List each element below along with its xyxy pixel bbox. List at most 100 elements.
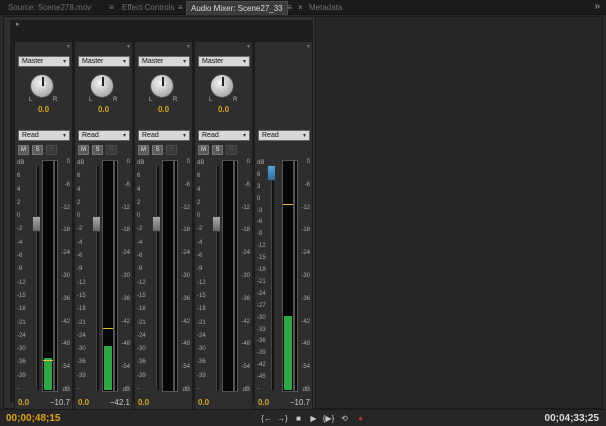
scale-tick-label: -54 [121,364,130,371]
volume-fader-handle[interactable] [212,216,221,233]
scale-tick-label: -6 [17,253,23,260]
tab-source-scene278-mov[interactable]: Source: Scene278.mov [4,2,95,14]
master-fader-handle[interactable] [267,164,276,181]
scale-tick-label: -42 [241,318,250,325]
scale-tick-label: -54 [61,364,70,371]
pan-left-label: L [149,97,153,103]
pan-knob[interactable] [150,74,174,98]
solo-button[interactable]: S [212,145,223,155]
volume-fader-handle[interactable] [32,216,41,233]
play-in-to-out-button[interactable]: {▶} [322,413,335,424]
pan-knob[interactable] [90,74,114,98]
chevron-down-icon: ▾ [242,133,246,139]
master-fader-track[interactable] [271,166,274,390]
pan-value[interactable]: 0.0 [135,105,192,114]
collapse-icon[interactable]: ▾ [247,43,250,50]
current-timecode[interactable]: 00;00;48;15 [6,412,60,425]
loop-button[interactable]: ⟲ [338,413,351,424]
scale-tick-label: 0 [306,159,310,165]
volume-value[interactable]: 0.0 [258,398,269,407]
scale-tick-label: -30 [257,314,266,321]
record-button[interactable]: R [166,145,177,155]
scale-tick-label: dB [62,387,70,393]
scale-tick-label: 6 [17,173,21,180]
scale-tick-label: -48 [61,341,70,348]
tab-menu-icon[interactable]: ≡ [107,3,116,12]
record-button[interactable]: R [226,145,237,155]
volume-fader-handle[interactable] [152,216,161,233]
volume-fader-track[interactable] [216,166,219,390]
tab-menu-icon[interactable]: ≡ [176,3,185,12]
scale-tick-label: 2 [197,199,201,206]
volume-values: 0.0 −10.7 [18,398,70,408]
mute-button[interactable]: M [198,145,209,155]
automation-dropdown[interactable]: Read ▾ [138,130,190,141]
record-button[interactable]: ● [354,413,367,424]
output-dropdown[interactable]: Master ▾ [138,56,190,67]
more-tabs-icon[interactable]: » [594,1,600,13]
scale-tick-label: -21 [17,319,26,326]
pan-value[interactable]: 0.0 [75,105,132,114]
scale-tick-label: -21 [257,278,266,285]
volume-values: 0.0 [198,398,250,408]
stop-button[interactable]: ■ [292,413,305,424]
tab-close-icon[interactable]: × [296,3,305,12]
scale-tick-label: -36 [301,295,310,302]
pan-value[interactable]: 0.0 [15,105,72,114]
pan-knob[interactable] [30,74,54,98]
scale-tick-label: -6 [304,181,310,188]
collapse-icon[interactable]: ▾ [187,43,190,50]
scale-tick-label: 3 [257,183,261,190]
volume-fader-track[interactable] [156,166,159,390]
automation-dropdown[interactable]: Read ▾ [258,130,310,141]
tab-audio-mixer-scene27-33[interactable]: Audio Mixer: Scene27_33 [186,1,288,15]
solo-button[interactable]: S [32,145,43,155]
mixer-empty-area [315,17,602,408]
go-to-out-button[interactable]: →} [276,413,289,424]
tab-menu-icon[interactable]: ≡ [285,3,294,12]
collapse-icon[interactable]: ▾ [307,43,310,50]
scale-tick-label: -15 [197,292,206,299]
mute-button[interactable]: M [18,145,29,155]
tab-metadata[interactable]: Metadata [305,2,346,14]
automation-dropdown[interactable]: Read ▾ [18,130,70,141]
record-button[interactable]: R [106,145,117,155]
pan-value[interactable]: 0.0 [195,105,252,114]
meter-level-fill [44,357,52,390]
volume-fader-track[interactable] [96,166,99,390]
volume-value[interactable]: 0.0 [78,398,89,407]
output-dropdown[interactable]: Master ▾ [198,56,250,67]
meter-peak-marker [43,360,53,362]
collapse-icon[interactable]: ▾ [127,43,130,50]
record-button[interactable]: R [46,145,57,155]
volume-value[interactable]: 0.0 [138,398,149,407]
scale-tick-label: -30 [181,273,190,279]
collapse-icon[interactable]: ▾ [67,43,70,50]
output-label: Master [202,58,224,65]
solo-button[interactable]: S [92,145,103,155]
automation-dropdown[interactable]: Read ▾ [78,130,130,141]
output-dropdown[interactable]: Master ▾ [18,56,70,67]
go-to-in-button[interactable]: {← [260,413,273,424]
pan-knob[interactable] [210,74,234,98]
tab-effect-controls[interactable]: Effect Controls [118,2,178,14]
scale-tick-label: -12 [301,204,310,211]
scale-tick-label: -18 [121,227,130,234]
volume-fader-track[interactable] [36,166,39,390]
channel-strip-2: ▾ Master ▾ L R 0.0 M S R Read ▾ dB 6 4 2 0 -2 -4 -6 -9 -12 -1… [74,41,133,422]
play-button[interactable]: ▶ [307,413,320,424]
mute-button[interactable]: M [138,145,149,155]
volume-fader-handle[interactable] [92,216,101,233]
scale-tick-label: -6 [197,253,203,260]
scale-tick-label: -9 [197,266,203,273]
automation-dropdown[interactable]: Read ▾ [198,130,250,141]
scale-tick-label: 0 [66,159,70,165]
scale-tick-label: -30 [241,273,250,279]
solo-button[interactable]: S [152,145,163,155]
scale-tick-label: -12 [257,243,266,250]
volume-value[interactable]: 0.0 [18,398,29,407]
mute-button[interactable]: M [78,145,89,155]
panel-menu-icon[interactable]: ▸ [16,20,20,28]
volume-value[interactable]: 0.0 [198,398,209,407]
output-dropdown[interactable]: Master ▾ [78,56,130,67]
